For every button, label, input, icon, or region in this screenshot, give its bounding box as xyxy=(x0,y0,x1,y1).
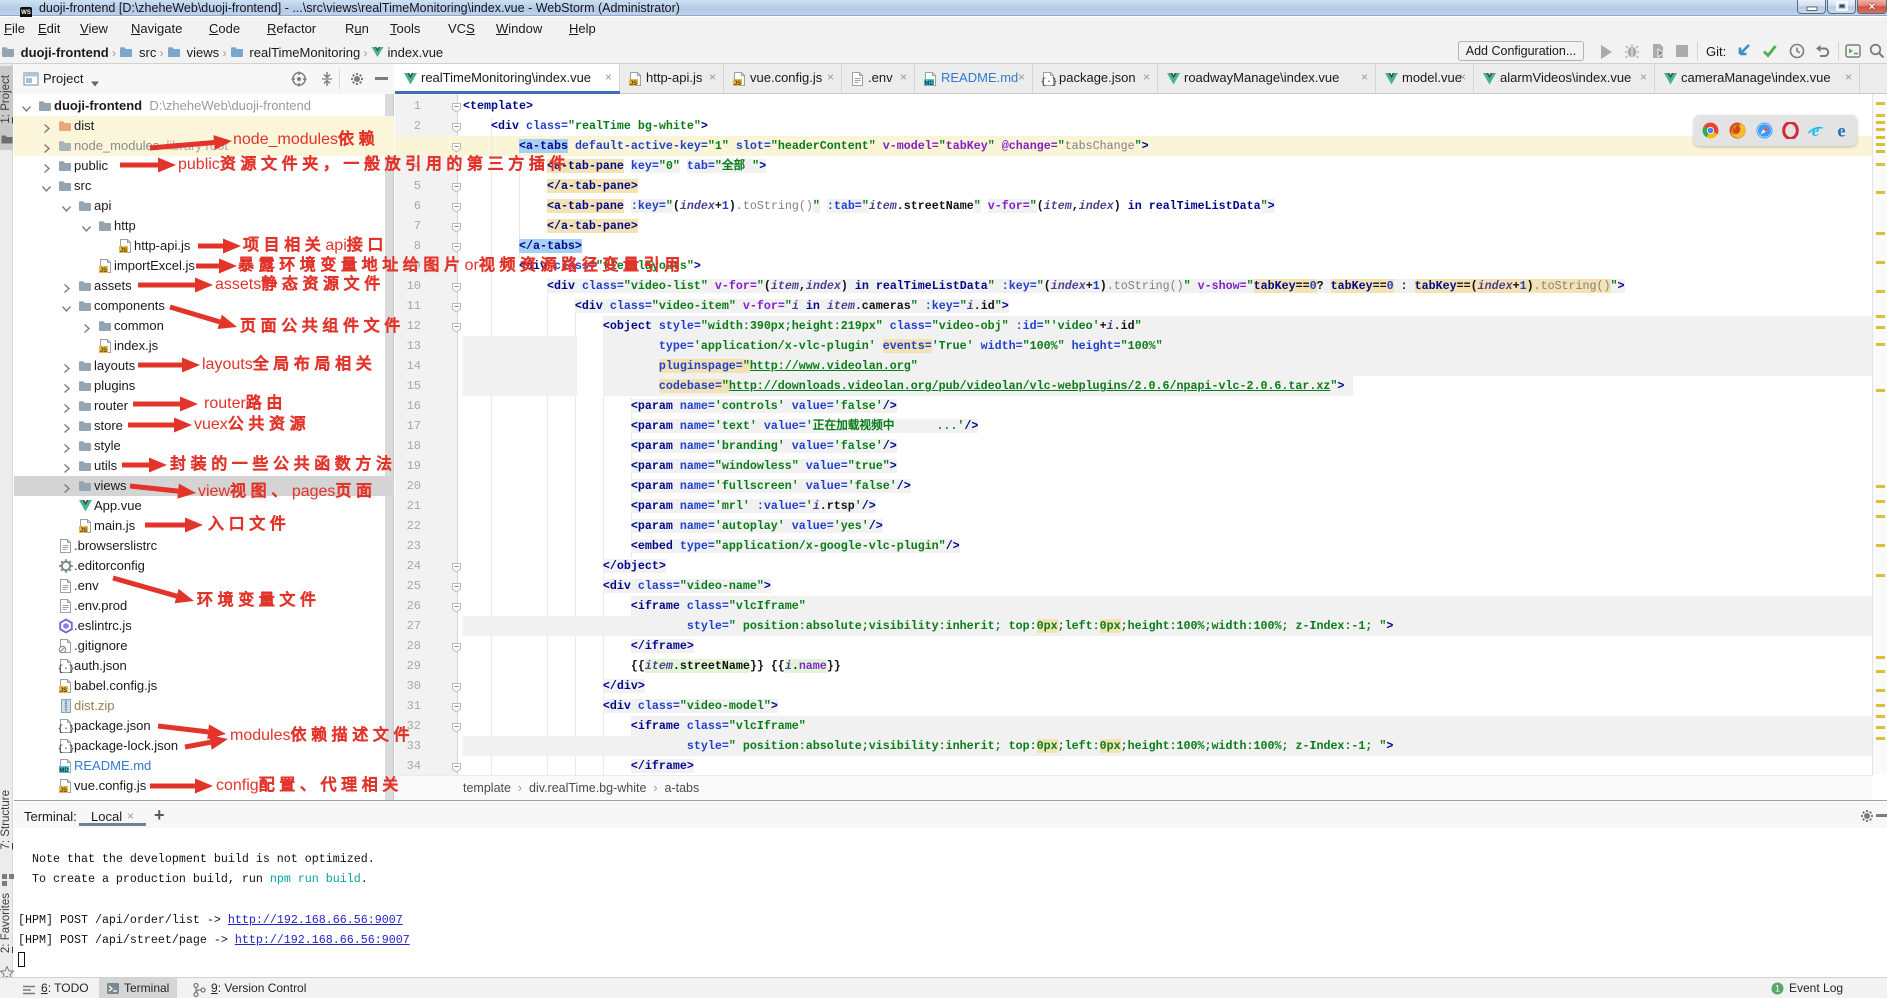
svg-text:1: 1 xyxy=(1775,984,1780,994)
svg-text:JS: JS xyxy=(60,788,67,794)
svg-text:JS: JS xyxy=(120,248,127,254)
svg-text:JS: JS xyxy=(734,81,741,87)
svg-text:e: e xyxy=(1838,122,1846,139)
svg-text:{·}: {·} xyxy=(58,664,74,674)
svg-text:JS: JS xyxy=(80,528,87,534)
svg-text:MD: MD xyxy=(924,81,934,87)
svg-text:e: e xyxy=(1812,122,1820,139)
svg-text:JS: JS xyxy=(100,348,107,354)
svg-text:JS: JS xyxy=(630,81,637,87)
svg-text:{·}: {·} xyxy=(58,744,74,754)
svg-text:{·}: {·} xyxy=(1041,77,1057,87)
svg-text:MD: MD xyxy=(59,768,69,774)
svg-text:JS: JS xyxy=(60,688,67,694)
svg-text:JS: JS xyxy=(100,268,107,274)
svg-text:{·}: {·} xyxy=(58,724,74,734)
